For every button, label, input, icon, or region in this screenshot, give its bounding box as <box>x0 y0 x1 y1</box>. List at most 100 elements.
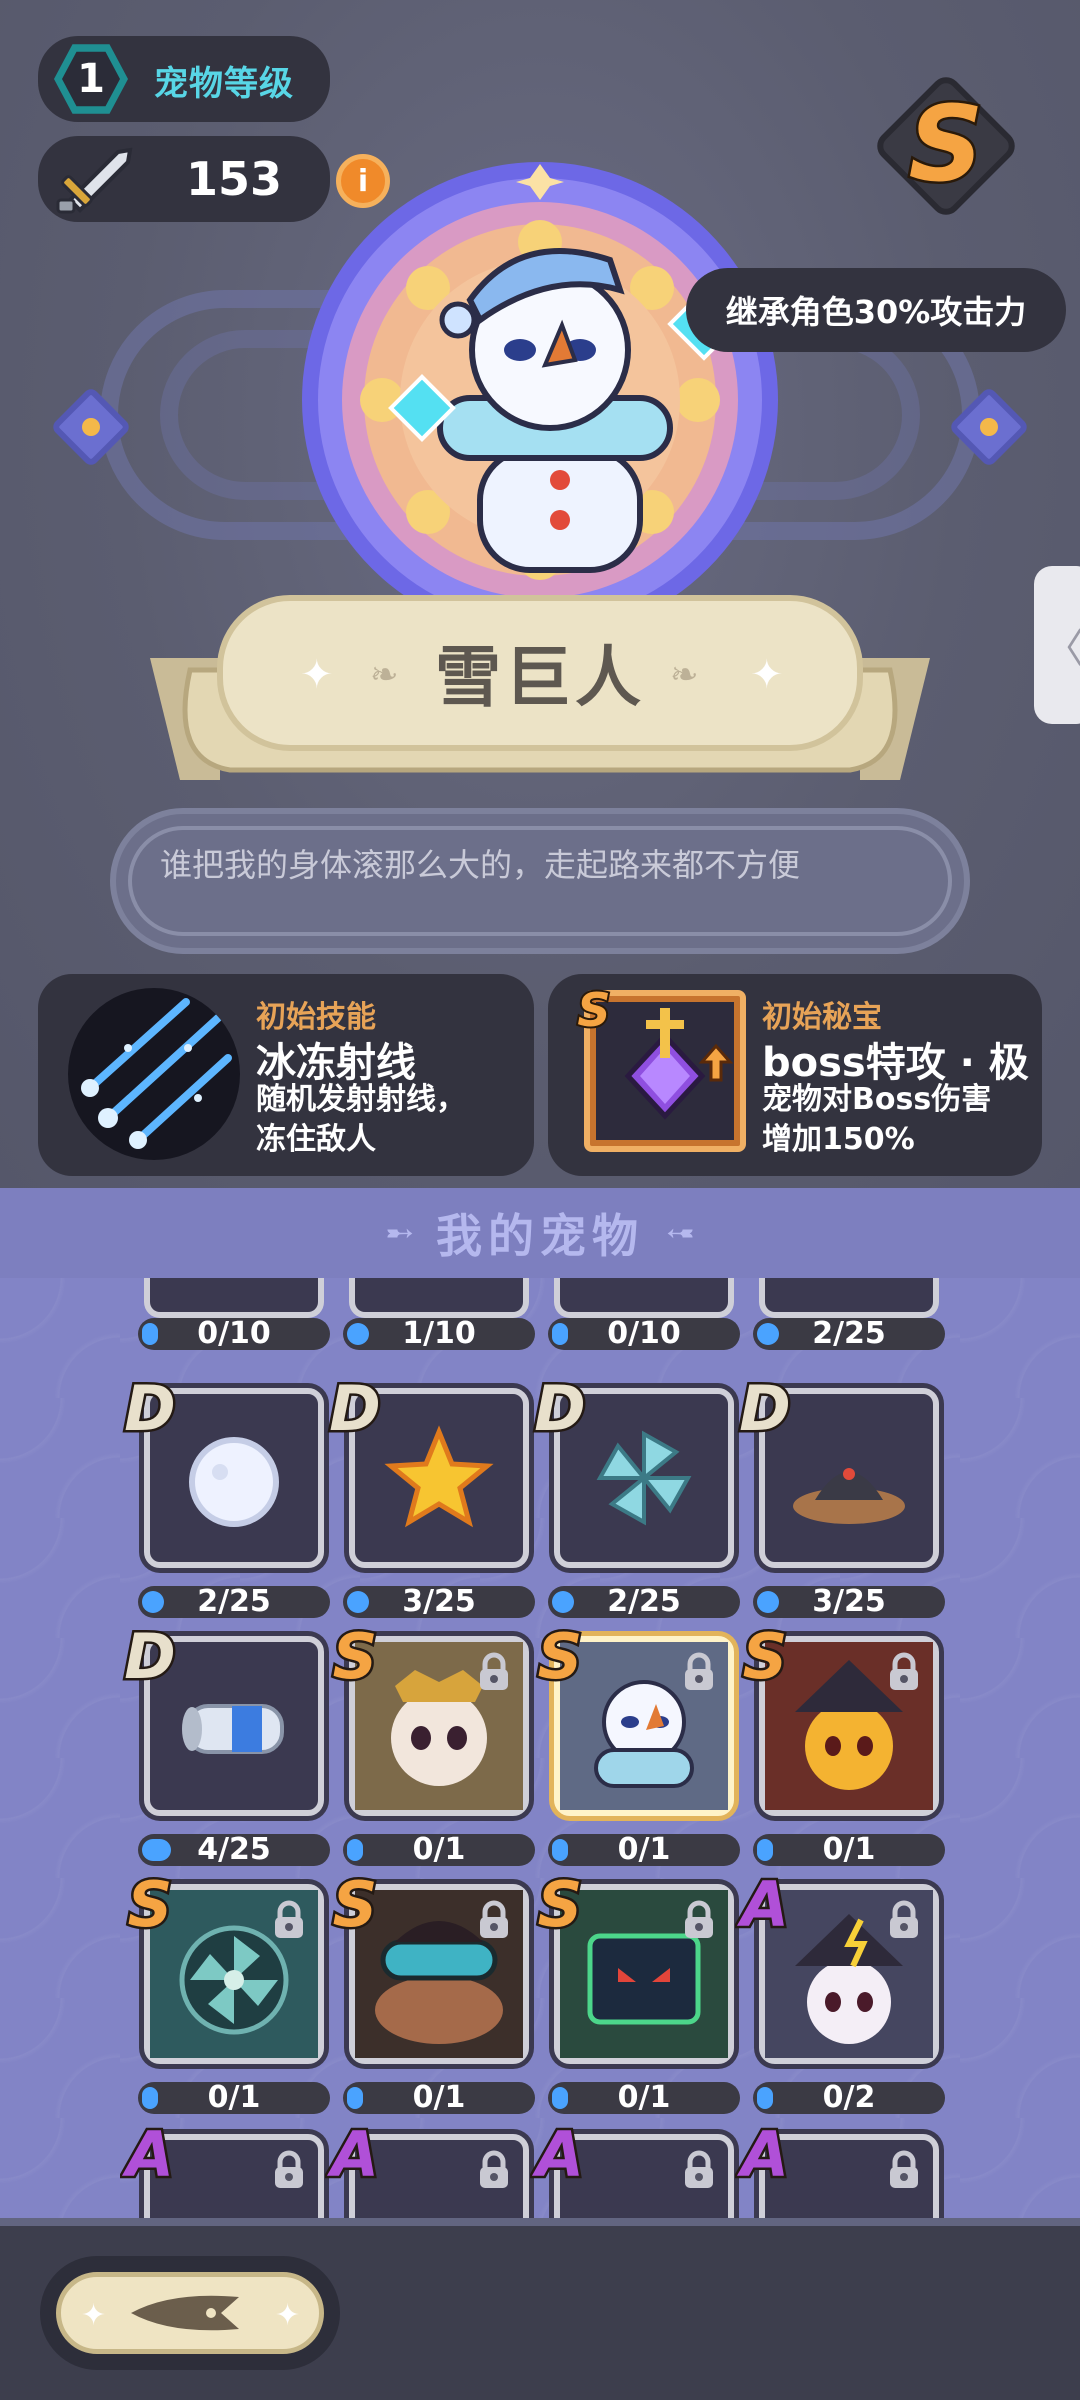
attack-power-pill: 153 <box>38 136 330 222</box>
pet-count-text: 0/1 <box>412 2080 466 2115</box>
svg-text:S: S <box>128 1868 173 1938</box>
pet-count-text: 0/10 <box>607 1316 681 1351</box>
lock-icon <box>275 2150 303 2188</box>
pet-count-text: 0/1 <box>617 2080 671 2115</box>
treasure-desc-line2: 增加150% <box>762 1122 915 1157</box>
pet-count-text: 0/1 <box>207 2080 261 2115</box>
progress-fill <box>142 1839 171 1861</box>
pet-slot-partial[interactable] <box>554 1278 734 1318</box>
progress-fill <box>552 2087 568 2109</box>
pet-count-text: 0/10 <box>197 1316 271 1351</box>
pet-detail-panel: 1 宠物等级 153 i S 继承角色30%攻击力 〈 ✦ ✦ ❧ ❧ 雪巨人 … <box>0 0 1080 1188</box>
bottom-bar: ✦ ✦ <box>0 2218 1080 2400</box>
treasure-rank-s-badge: S <box>575 982 612 1034</box>
rank-d-badge: D <box>327 1370 383 1442</box>
attack-power-value: 153 <box>186 152 283 206</box>
progress-fill <box>142 1323 158 1345</box>
pet-count-text: 4/25 <box>197 1832 271 1867</box>
progress-fill <box>142 2087 158 2109</box>
rank-s-badge: S <box>535 1618 585 1690</box>
pet-count-text: 1/10 <box>402 1316 476 1351</box>
progress-fill <box>757 1591 779 1613</box>
svg-text:S: S <box>333 1868 378 1938</box>
rank-s-badge: S <box>535 1866 585 1938</box>
svg-text:S: S <box>538 1868 583 1938</box>
initial-treasure-card[interactable]: S 初始秘宝 boss特攻 · 极 宠物对Boss伤害 增加150% <box>548 974 1042 1176</box>
pet-count-bar: 0/1 <box>343 1834 535 1866</box>
arrow-right-icon: ➸ <box>666 1213 695 1253</box>
my-pets-title: 我的宠物 <box>436 1209 644 1263</box>
pet-count-text: 3/25 <box>402 1584 476 1619</box>
pet-slot-partial[interactable] <box>144 1278 324 1318</box>
svg-text:A: A <box>736 1868 789 1938</box>
rank-d-badge: D <box>532 1370 588 1442</box>
back-arrow-icon: ✦ ✦ <box>81 2295 300 2333</box>
rank-d-badge: D <box>737 1370 793 1442</box>
svg-text:D: D <box>329 1372 380 1442</box>
info-icon[interactable]: i <box>336 154 390 208</box>
pet-count-bar: 0/2 <box>753 2082 945 2114</box>
pet-name: 雪巨人 <box>435 639 645 716</box>
pet-count-bar: 0/10 <box>138 1318 330 1350</box>
lock-icon <box>480 2150 508 2188</box>
pet-count-text: 2/25 <box>197 1584 271 1619</box>
rank-s-badge: S <box>330 1866 380 1938</box>
pet-count-text: 0/1 <box>822 1832 876 1867</box>
rank-s-badge: S <box>330 1618 380 1690</box>
svg-text:A: A <box>326 2118 379 2188</box>
pet-count-bar: 4/25 <box>138 1834 330 1866</box>
svg-text:A: A <box>121 2118 174 2188</box>
lock-icon <box>685 2150 713 2188</box>
lock-icon <box>890 1652 918 1690</box>
pet-grid[interactable]: 0/10 1/10 0/10 2/25 D 2/25 D 3/25 D 2/25 D 3/25 D 4/2… <box>0 1278 1080 2218</box>
back-button[interactable]: ✦ ✦ <box>40 2256 340 2370</box>
svg-text:D: D <box>534 1372 585 1442</box>
pet-count-bar: 2/25 <box>753 1318 945 1350</box>
pet-description-box: 谁把我的身体滚那么大的，走起路来都不方便 <box>110 808 970 954</box>
skill-desc-line2: 冻住敌人 <box>256 1122 376 1157</box>
pet-count-bar: 3/25 <box>753 1586 945 1618</box>
lock-icon <box>685 1900 713 1938</box>
pet-level-label: 宠物等级 <box>154 64 294 104</box>
svg-text:D: D <box>124 1620 175 1690</box>
progress-fill <box>757 2087 773 2109</box>
svg-text:✦: ✦ <box>275 2298 300 2333</box>
svg-text:✦: ✦ <box>81 2298 106 2333</box>
pet-count-text: 2/25 <box>812 1316 886 1351</box>
pet-count-text: 0/1 <box>617 1832 671 1867</box>
pet-count-bar: 0/1 <box>548 1834 740 1866</box>
arrow-left-icon: ➸ <box>385 1213 415 1253</box>
svg-text:A: A <box>531 2118 584 2188</box>
initial-skill-card[interactable]: 初始技能 冰冻射线 随机发射射线， 冻住敌人 <box>38 974 534 1176</box>
progress-fill <box>757 1323 779 1345</box>
my-pets-header: ➸ 我的宠物 ➸ <box>0 1188 1080 1278</box>
pet-count-bar: 0/1 <box>343 2082 535 2114</box>
pet-slot-partial[interactable] <box>759 1278 939 1318</box>
pet-count-bar: 2/25 <box>138 1586 330 1618</box>
pet-count-bar: 3/25 <box>343 1586 535 1618</box>
progress-fill <box>347 2087 363 2109</box>
progress-fill <box>552 1591 574 1613</box>
lock-icon <box>890 1900 918 1938</box>
pet-level-pill: 1 宠物等级 <box>38 36 330 122</box>
lock-icon <box>480 1900 508 1938</box>
pet-count-bar: 0/1 <box>753 1834 945 1866</box>
pet-count-text: 2/25 <box>607 1584 681 1619</box>
lock-icon <box>275 1900 303 1938</box>
pet-count-text: 0/1 <box>412 1832 466 1867</box>
svg-text:S: S <box>538 1620 583 1690</box>
lock-icon <box>890 2150 918 2188</box>
progress-fill <box>552 1323 568 1345</box>
back-button-face: ✦ ✦ <box>56 2272 324 2354</box>
pet-count-bar: 2/25 <box>548 1586 740 1618</box>
progress-fill <box>347 1323 369 1345</box>
pet-slot-partial[interactable] <box>349 1278 529 1318</box>
rank-a-badge: A <box>530 2116 586 2188</box>
pet-count-bar: 0/10 <box>548 1318 740 1350</box>
svg-text:D: D <box>124 1372 175 1442</box>
pet-count-bar: 0/1 <box>138 2082 330 2114</box>
rank-a-badge: A <box>735 1866 791 1938</box>
rank-s-letter: S <box>909 83 984 205</box>
pet-count-bar: 1/10 <box>343 1318 535 1350</box>
progress-fill <box>142 1591 164 1613</box>
